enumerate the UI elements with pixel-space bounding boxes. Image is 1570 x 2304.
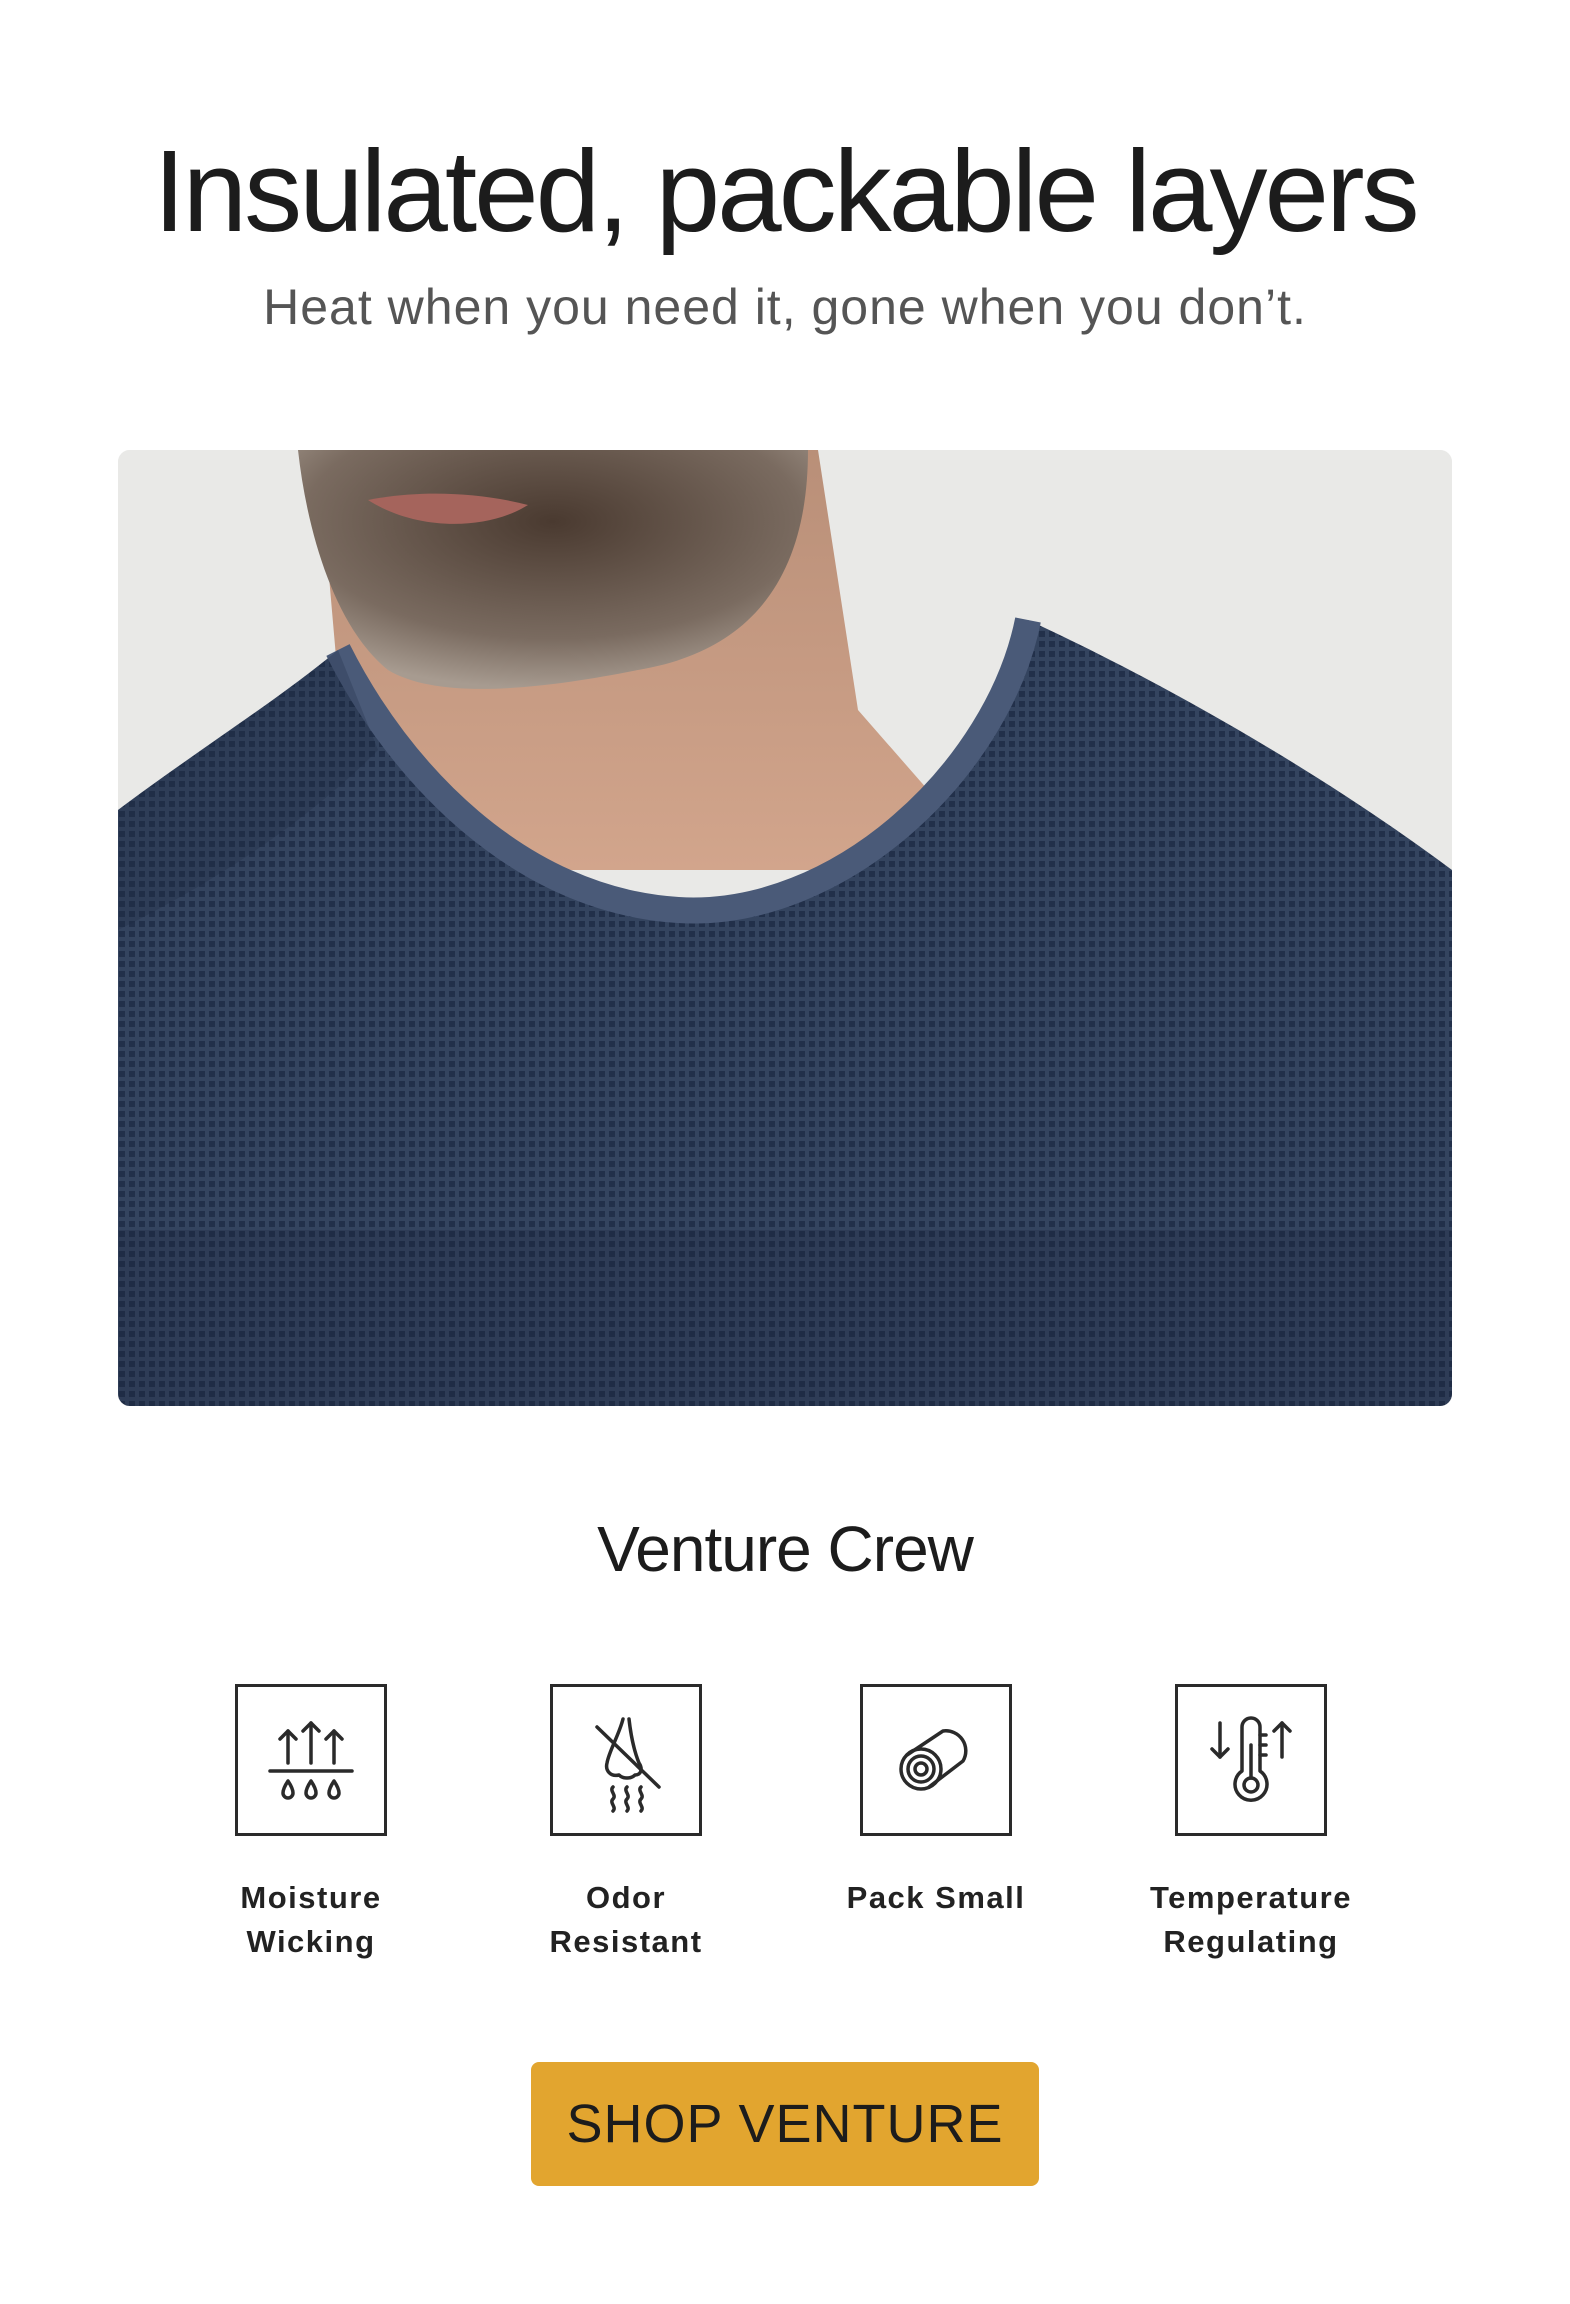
feature-label: Odor Resistant	[549, 1880, 703, 1959]
shirt-photo-illustration	[118, 450, 1452, 1406]
feature-label: Pack Small	[846, 1880, 1026, 1915]
shop-venture-button[interactable]: SHOP VENTURE	[531, 2062, 1039, 2186]
odor-resistant-icon	[550, 1684, 702, 1836]
feature-pack-small: Pack Small	[786, 1684, 1086, 1920]
feature-odor-resistant: Odor Resistant	[476, 1684, 776, 1964]
moisture-wicking-icon	[235, 1684, 387, 1836]
page-title: Insulated, packable layers	[153, 126, 1419, 256]
page-subtitle: Heat when you need it, gone when you don…	[263, 279, 1307, 335]
feature-label: Moisture Wicking	[240, 1880, 382, 1959]
temperature-regulating-icon	[1175, 1684, 1327, 1836]
product-name: Venture Crew	[597, 1513, 974, 1585]
feature-temperature-regulating: Temperature Regulating	[1101, 1684, 1401, 1964]
pack-small-icon	[860, 1684, 1012, 1836]
feature-moisture-wicking: Moisture Wicking	[161, 1684, 461, 1964]
product-hero-image[interactable]	[118, 450, 1452, 1406]
feature-label: Temperature Regulating	[1150, 1880, 1352, 1959]
